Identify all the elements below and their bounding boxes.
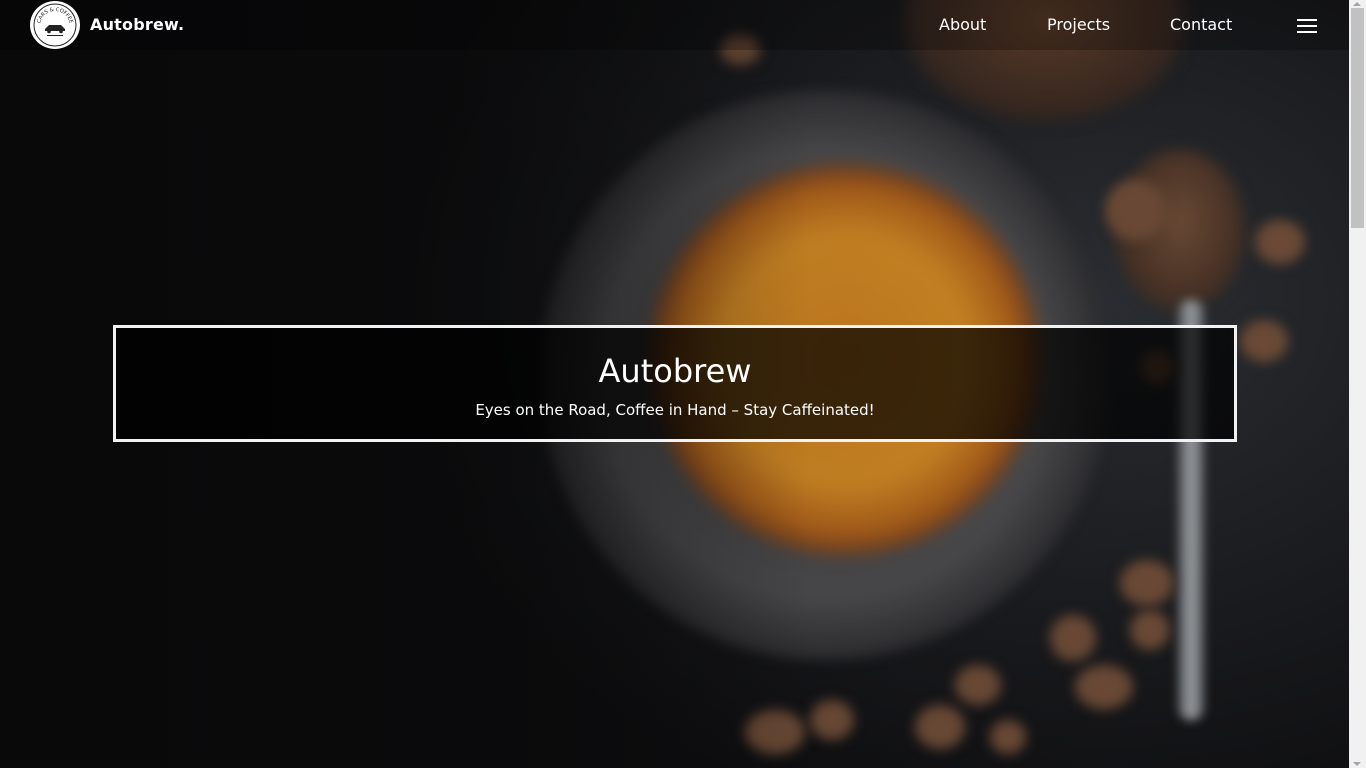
hero-subtitle: Eyes on the Road, Coffee in Hand – Stay …	[475, 401, 875, 419]
scroll-up-arrow-icon[interactable]	[1353, 2, 1361, 6]
hamburger-menu-icon[interactable]	[1297, 18, 1317, 34]
nav-link-contact[interactable]: Contact	[1170, 15, 1232, 34]
scroll-down-arrow-icon[interactable]	[1353, 762, 1361, 766]
page: CARS & COFFEE Autobrew. About Projects C…	[0, 0, 1366, 768]
navbar: CARS & COFFEE Autobrew. About Projects C…	[0, 0, 1349, 50]
nav-link-projects[interactable]: Projects	[1047, 15, 1110, 34]
vertical-scrollbar[interactable]	[1349, 0, 1366, 768]
brand-name[interactable]: Autobrew.	[90, 15, 184, 34]
logo-icon[interactable]: CARS & COFFEE	[30, 1, 80, 49]
hero-title: Autobrew	[598, 352, 752, 390]
hero-banner: Autobrew Eyes on the Road, Coffee in Han…	[113, 325, 1237, 442]
nav-link-about[interactable]: About	[939, 15, 986, 34]
scrollbar-thumb[interactable]	[1351, 8, 1364, 228]
